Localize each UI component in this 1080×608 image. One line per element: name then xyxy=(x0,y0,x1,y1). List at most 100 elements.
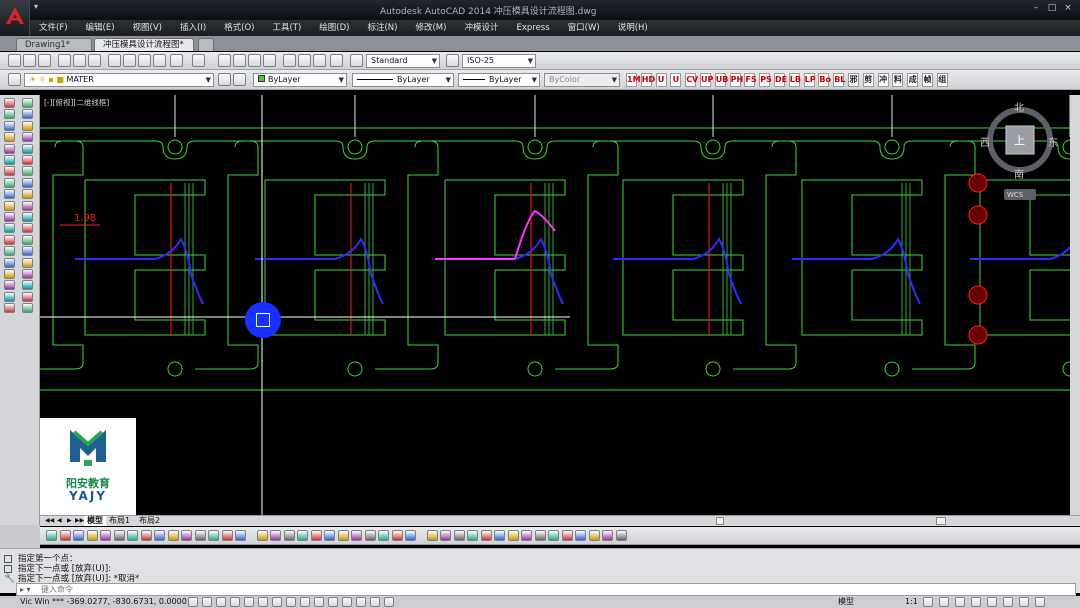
die-tool-button-13[interactable]: Bo xyxy=(818,73,831,87)
application-menu-button[interactable] xyxy=(0,0,30,36)
viewcube-north[interactable]: 北 xyxy=(1014,99,1024,114)
menu-file[interactable]: 文件(F) xyxy=(30,20,77,35)
modify-tool-icon[interactable] xyxy=(507,530,519,541)
draw-tool-icon[interactable] xyxy=(4,269,15,279)
tab-layout2[interactable]: 布局2 xyxy=(136,516,163,526)
modify-tool-icon[interactable] xyxy=(575,530,586,541)
modify-tool-icon[interactable] xyxy=(127,530,138,541)
die-tool-button-14[interactable]: BL xyxy=(833,73,845,87)
viewcube[interactable]: 北 南 东 西 上 WCS xyxy=(980,98,1070,208)
die-tool-button-12[interactable]: LP xyxy=(803,73,816,87)
save-icon[interactable] xyxy=(38,54,51,67)
menu-modify[interactable]: 修改(M) xyxy=(406,20,455,35)
status-toggle-icon[interactable] xyxy=(188,597,198,607)
tab-model[interactable]: 模型 xyxy=(84,516,106,526)
design-center-icon[interactable] xyxy=(298,54,311,67)
properties-icon[interactable] xyxy=(283,54,296,67)
die-tool-button-17[interactable]: 冲 xyxy=(877,73,889,87)
linetype-select[interactable]: ByLayer ▼ xyxy=(352,73,454,87)
menu-draw[interactable]: 绘图(D) xyxy=(310,20,358,35)
draw-tool-icon[interactable] xyxy=(4,120,15,131)
modify-tool-icon[interactable] xyxy=(235,530,246,541)
draw-tool-icon[interactable] xyxy=(22,280,33,291)
modify-tool-icon[interactable] xyxy=(73,530,84,541)
modify-tool-icon[interactable] xyxy=(521,530,532,541)
modify-tool-icon[interactable] xyxy=(548,530,559,541)
modify-tool-icon[interactable] xyxy=(140,530,152,541)
modify-tool-icon[interactable] xyxy=(391,530,403,541)
status-toggle-icon[interactable] xyxy=(314,597,324,607)
draw-tool-icon[interactable] xyxy=(22,155,33,165)
layer-previous-icon[interactable] xyxy=(233,73,246,86)
modify-tool-icon[interactable] xyxy=(467,530,478,541)
die-tool-button-3[interactable]: U xyxy=(670,73,682,87)
doc-tab-drawing1[interactable]: Drawing1* xyxy=(16,38,92,51)
draw-tool-icon[interactable] xyxy=(22,143,33,154)
draw-tool-icon[interactable] xyxy=(4,212,15,222)
status-tray-icon[interactable] xyxy=(1003,597,1013,607)
status-toggle-icon[interactable] xyxy=(384,597,394,607)
status-tray-icon[interactable] xyxy=(1019,597,1029,607)
publish-icon[interactable] xyxy=(88,54,101,67)
modify-tool-icon[interactable] xyxy=(86,530,98,541)
minimize-button[interactable]: – xyxy=(1030,3,1042,13)
cut-icon[interactable] xyxy=(108,54,121,67)
copy-icon[interactable] xyxy=(123,54,136,67)
draw-tool-icon[interactable] xyxy=(22,291,33,302)
menu-tools[interactable]: 工具(T) xyxy=(263,20,310,35)
wcs-menu[interactable]: WCS xyxy=(1007,191,1023,199)
drawing-canvas[interactable]: 1.98 xyxy=(40,95,1070,515)
modify-tool-icon[interactable] xyxy=(364,530,376,541)
viewcube-south[interactable]: 南 xyxy=(1014,166,1024,181)
menu-help[interactable]: 说明(H) xyxy=(609,20,657,35)
draw-tool-icon[interactable] xyxy=(22,200,33,211)
status-toggle-icon[interactable] xyxy=(328,597,338,607)
draw-tool-icon[interactable] xyxy=(22,109,33,120)
draw-tool-icon[interactable] xyxy=(4,280,15,291)
new-tab-button[interactable] xyxy=(198,38,214,51)
die-tool-button-18[interactable]: 料 xyxy=(892,73,904,87)
modify-tool-icon[interactable] xyxy=(283,530,295,541)
tab-layout1[interactable]: 布局1 xyxy=(106,516,133,526)
modify-tool-icon[interactable] xyxy=(270,530,281,541)
status-toggle-icon[interactable] xyxy=(202,597,212,607)
status-toggle-icon[interactable] xyxy=(258,597,268,607)
draw-tool-icon[interactable] xyxy=(22,246,33,257)
doc-tab-active[interactable]: 冲压模具设计流程图* × xyxy=(94,38,194,63)
modify-tool-icon[interactable] xyxy=(256,530,268,541)
paste-icon[interactable] xyxy=(138,54,151,67)
draw-tool-icon[interactable] xyxy=(22,189,33,200)
menu-insert[interactable]: 插入(I) xyxy=(171,20,215,35)
die-tool-button-8[interactable]: FS xyxy=(744,73,757,87)
tool-palettes-icon[interactable] xyxy=(313,54,326,67)
menu-window[interactable]: 窗口(W) xyxy=(559,20,609,35)
status-toggle-icon[interactable] xyxy=(230,597,240,607)
draw-tool-icon[interactable] xyxy=(4,132,15,143)
viewcube-top-face[interactable]: 上 xyxy=(1014,132,1025,148)
status-tray-icon[interactable] xyxy=(923,597,933,607)
draw-tool-icon[interactable] xyxy=(4,166,15,177)
draw-tool-icon[interactable] xyxy=(4,303,15,314)
draw-tool-icon[interactable] xyxy=(22,223,33,234)
draw-tool-icon[interactable] xyxy=(22,166,33,177)
viewcube-west[interactable]: 西 xyxy=(980,134,990,149)
status-tray-icon[interactable] xyxy=(1035,597,1045,607)
modify-tool-icon[interactable] xyxy=(59,530,71,541)
die-tool-button-6[interactable]: UB xyxy=(714,73,728,87)
tab-split-handle[interactable] xyxy=(716,517,724,525)
menu-view[interactable]: 视图(V) xyxy=(124,20,171,35)
command-line-grip-icon[interactable]: 🔧 xyxy=(4,555,15,585)
menu-die-design[interactable]: 冲模设计 xyxy=(455,20,507,35)
status-tray-icon[interactable] xyxy=(987,597,997,607)
command-input[interactable]: ▸ ▾ 键入命令 xyxy=(16,583,1076,596)
menu-format[interactable]: 格式(O) xyxy=(215,20,263,35)
draw-tool-icon[interactable] xyxy=(22,269,33,279)
draw-tool-icon[interactable] xyxy=(4,143,15,154)
draw-tool-icon[interactable] xyxy=(22,177,33,188)
draw-tool-icon[interactable] xyxy=(4,98,15,108)
die-tool-button-7[interactable]: PH xyxy=(729,73,743,87)
modify-tool-icon[interactable] xyxy=(588,530,600,541)
die-tool-button-10[interactable]: DE xyxy=(774,73,787,87)
modify-tool-icon[interactable] xyxy=(405,530,416,541)
draw-tool-icon[interactable] xyxy=(22,303,33,314)
